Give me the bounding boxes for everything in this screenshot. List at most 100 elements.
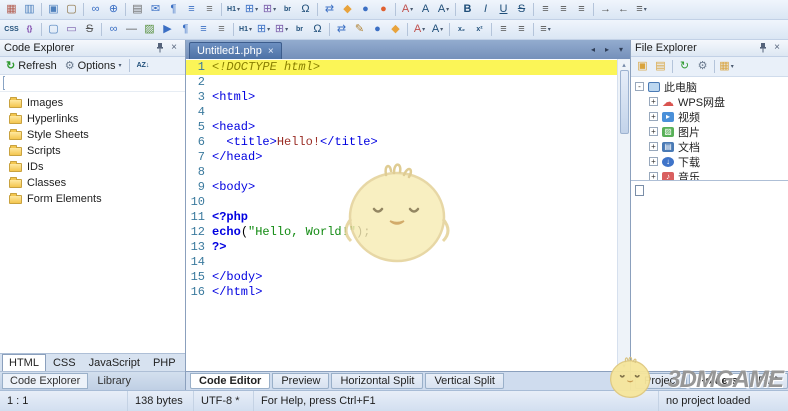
expand-toggle-icon[interactable]: + xyxy=(649,127,658,136)
pin-icon[interactable] xyxy=(756,42,770,55)
expand-toggle-icon[interactable]: + xyxy=(649,157,658,166)
bullet-list-icon[interactable]: ≡ xyxy=(201,2,218,18)
tree-item-images[interactable]: Images xyxy=(0,95,185,111)
hyperlink-icon[interactable]: ∞ xyxy=(87,2,104,18)
horizontal-rule-icon[interactable]: — xyxy=(123,22,140,38)
tab-javascript[interactable]: JavaScript xyxy=(83,355,146,371)
subscript-icon[interactable]: x₂ xyxy=(453,22,470,38)
close-panel-icon[interactable]: × xyxy=(167,42,181,55)
folder-up-icon[interactable]: ▤ xyxy=(652,59,669,75)
tab-library[interactable]: Library xyxy=(90,374,138,388)
scroll-down-icon[interactable]: ▾ xyxy=(622,360,626,371)
line-spacing-dropdown[interactable]: ≡▾ xyxy=(633,2,650,18)
print-icon[interactable]: ▤ xyxy=(129,2,146,18)
tab-project[interactable]: Project xyxy=(635,373,687,389)
fe-item[interactable]: +文档 xyxy=(631,139,788,154)
tab-php[interactable]: PHP xyxy=(147,355,182,371)
new-folder-icon[interactable]: ▣ xyxy=(634,59,651,75)
code-line[interactable]: 6 <title>Hello!</title> xyxy=(186,135,617,150)
css-braces-icon[interactable]: {} xyxy=(21,22,38,38)
copy-format-icon[interactable]: ▣ xyxy=(45,2,62,18)
refresh-icon[interactable]: ↻ xyxy=(676,59,693,75)
code-line[interactable]: 8 xyxy=(186,165,617,180)
search-input[interactable] xyxy=(4,77,25,89)
link-icon[interactable]: ∞ xyxy=(105,22,122,38)
expand-toggle-icon[interactable]: + xyxy=(649,97,658,106)
tab-folders[interactable]: Folders xyxy=(689,373,747,389)
tab-html[interactable]: HTML xyxy=(2,354,46,371)
font2-dropdown[interactable]: A▾ xyxy=(429,22,446,38)
align-right-icon[interactable]: ≡ xyxy=(573,2,590,18)
swap-tags-icon[interactable]: ⇄ xyxy=(321,2,338,18)
vertical-scrollbar[interactable]: ▴ ▾ xyxy=(617,59,630,371)
fe-item[interactable]: +音乐 xyxy=(631,169,788,180)
tree-item-hyperlinks[interactable]: Hyperlinks xyxy=(0,111,185,127)
close-tab-icon[interactable]: × xyxy=(268,46,274,57)
h1-dropdown[interactable]: H1▾ xyxy=(237,22,254,38)
gear-icon[interactable]: ⚙ xyxy=(694,59,711,75)
snippet-icon[interactable]: ▢ xyxy=(63,2,80,18)
tab-scroll-left-icon[interactable]: ◂ xyxy=(587,43,599,56)
ordered-list-icon[interactable]: ≡ xyxy=(195,22,212,38)
document-tab-untitled1[interactable]: Untitled1.php × xyxy=(189,42,282,59)
strike-tag-icon[interactable]: S xyxy=(81,22,98,38)
tab-ftp[interactable]: FTP xyxy=(749,373,788,389)
br-icon[interactable]: br xyxy=(291,22,308,38)
tree-item-ids[interactable]: IDs xyxy=(0,159,185,175)
fe-item[interactable]: -此电脑 xyxy=(631,79,788,94)
tab-preview[interactable]: Preview xyxy=(272,373,329,389)
options-button[interactable]: ⚙ Options ▾ xyxy=(62,58,125,74)
tree-item-style-sheets[interactable]: Style Sheets xyxy=(0,127,185,143)
tree-item-form-elements[interactable]: Form Elements xyxy=(0,191,185,207)
fe-item[interactable]: +图片 xyxy=(631,124,788,139)
superscript-icon[interactable]: x² xyxy=(471,22,488,38)
list-settings-dropdown[interactable]: ≡▾ xyxy=(537,22,554,38)
tab-vertical-split[interactable]: Vertical Split xyxy=(425,373,504,389)
code-line[interactable]: 10 xyxy=(186,195,617,210)
mail-icon[interactable]: ✉ xyxy=(147,2,164,18)
outdent-icon[interactable]: ← xyxy=(615,2,632,18)
justify-icon[interactable]: ≡ xyxy=(495,22,512,38)
code-line[interactable]: 12echo("Hello, World!"); xyxy=(186,225,617,240)
align-center-icon[interactable]: ≡ xyxy=(555,2,572,18)
strike-icon[interactable]: S xyxy=(513,2,530,18)
code-line[interactable]: 16</html> xyxy=(186,285,617,300)
heading-dropdown[interactable]: H1▾ xyxy=(225,2,242,18)
italic-icon[interactable]: I xyxy=(477,2,494,18)
code-line[interactable]: 5<head> xyxy=(186,120,617,135)
code-line[interactable]: 7</head> xyxy=(186,150,617,165)
tab-scroll-right-icon[interactable]: ▸ xyxy=(601,43,613,56)
tab-code-editor[interactable]: Code Editor xyxy=(190,373,270,389)
cell-dropdown[interactable]: ⊞▾ xyxy=(273,22,290,38)
insert-table-dropdown[interactable]: ⊞▾ xyxy=(243,2,260,18)
font-color2-dropdown[interactable]: A▾ xyxy=(411,22,428,38)
tab-code-explorer[interactable]: Code Explorer xyxy=(2,373,88,389)
table-dropdown[interactable]: ⊞▾ xyxy=(255,22,272,38)
drop-blue-icon[interactable]: ● xyxy=(369,22,386,38)
scroll-up-icon[interactable]: ▴ xyxy=(622,59,626,70)
code-line[interactable]: 11<?php xyxy=(186,210,617,225)
fill-color-icon[interactable]: ● xyxy=(375,2,392,18)
code-line[interactable]: 13?> xyxy=(186,240,617,255)
special-char-icon[interactable]: Ω xyxy=(297,2,314,18)
scrollbar-thumb[interactable] xyxy=(620,70,629,134)
pin-icon[interactable] xyxy=(153,42,167,55)
folders-dropdown[interactable]: ▦▾ xyxy=(718,59,735,75)
anchor-icon[interactable]: ⊕ xyxy=(105,2,122,18)
expand-toggle-icon[interactable]: + xyxy=(649,142,658,151)
css-icon[interactable]: CSS xyxy=(3,22,20,38)
brush-icon[interactable]: ✎ xyxy=(351,22,368,38)
tab-list-icon[interactable]: ▾ xyxy=(615,43,627,56)
refresh-button[interactable]: ↻ Refresh xyxy=(3,58,60,74)
numbered-list-icon[interactable]: ≡ xyxy=(183,2,200,18)
fe-item[interactable]: +下载 xyxy=(631,154,788,169)
sort-button[interactable]: AZ↓ xyxy=(134,58,153,74)
image-icon[interactable]: ▨ xyxy=(141,22,158,38)
omega-icon[interactable]: Ω xyxy=(309,22,326,38)
layout-icon[interactable]: ▥ xyxy=(21,2,38,18)
center-text-icon[interactable]: ≡ xyxy=(513,22,530,38)
tree-item-scripts[interactable]: Scripts xyxy=(0,143,185,159)
tab-horizontal-split[interactable]: Horizontal Split xyxy=(331,373,423,389)
font-dropdown[interactable]: A▾ xyxy=(435,2,452,18)
div-icon[interactable]: ▢ xyxy=(45,22,62,38)
